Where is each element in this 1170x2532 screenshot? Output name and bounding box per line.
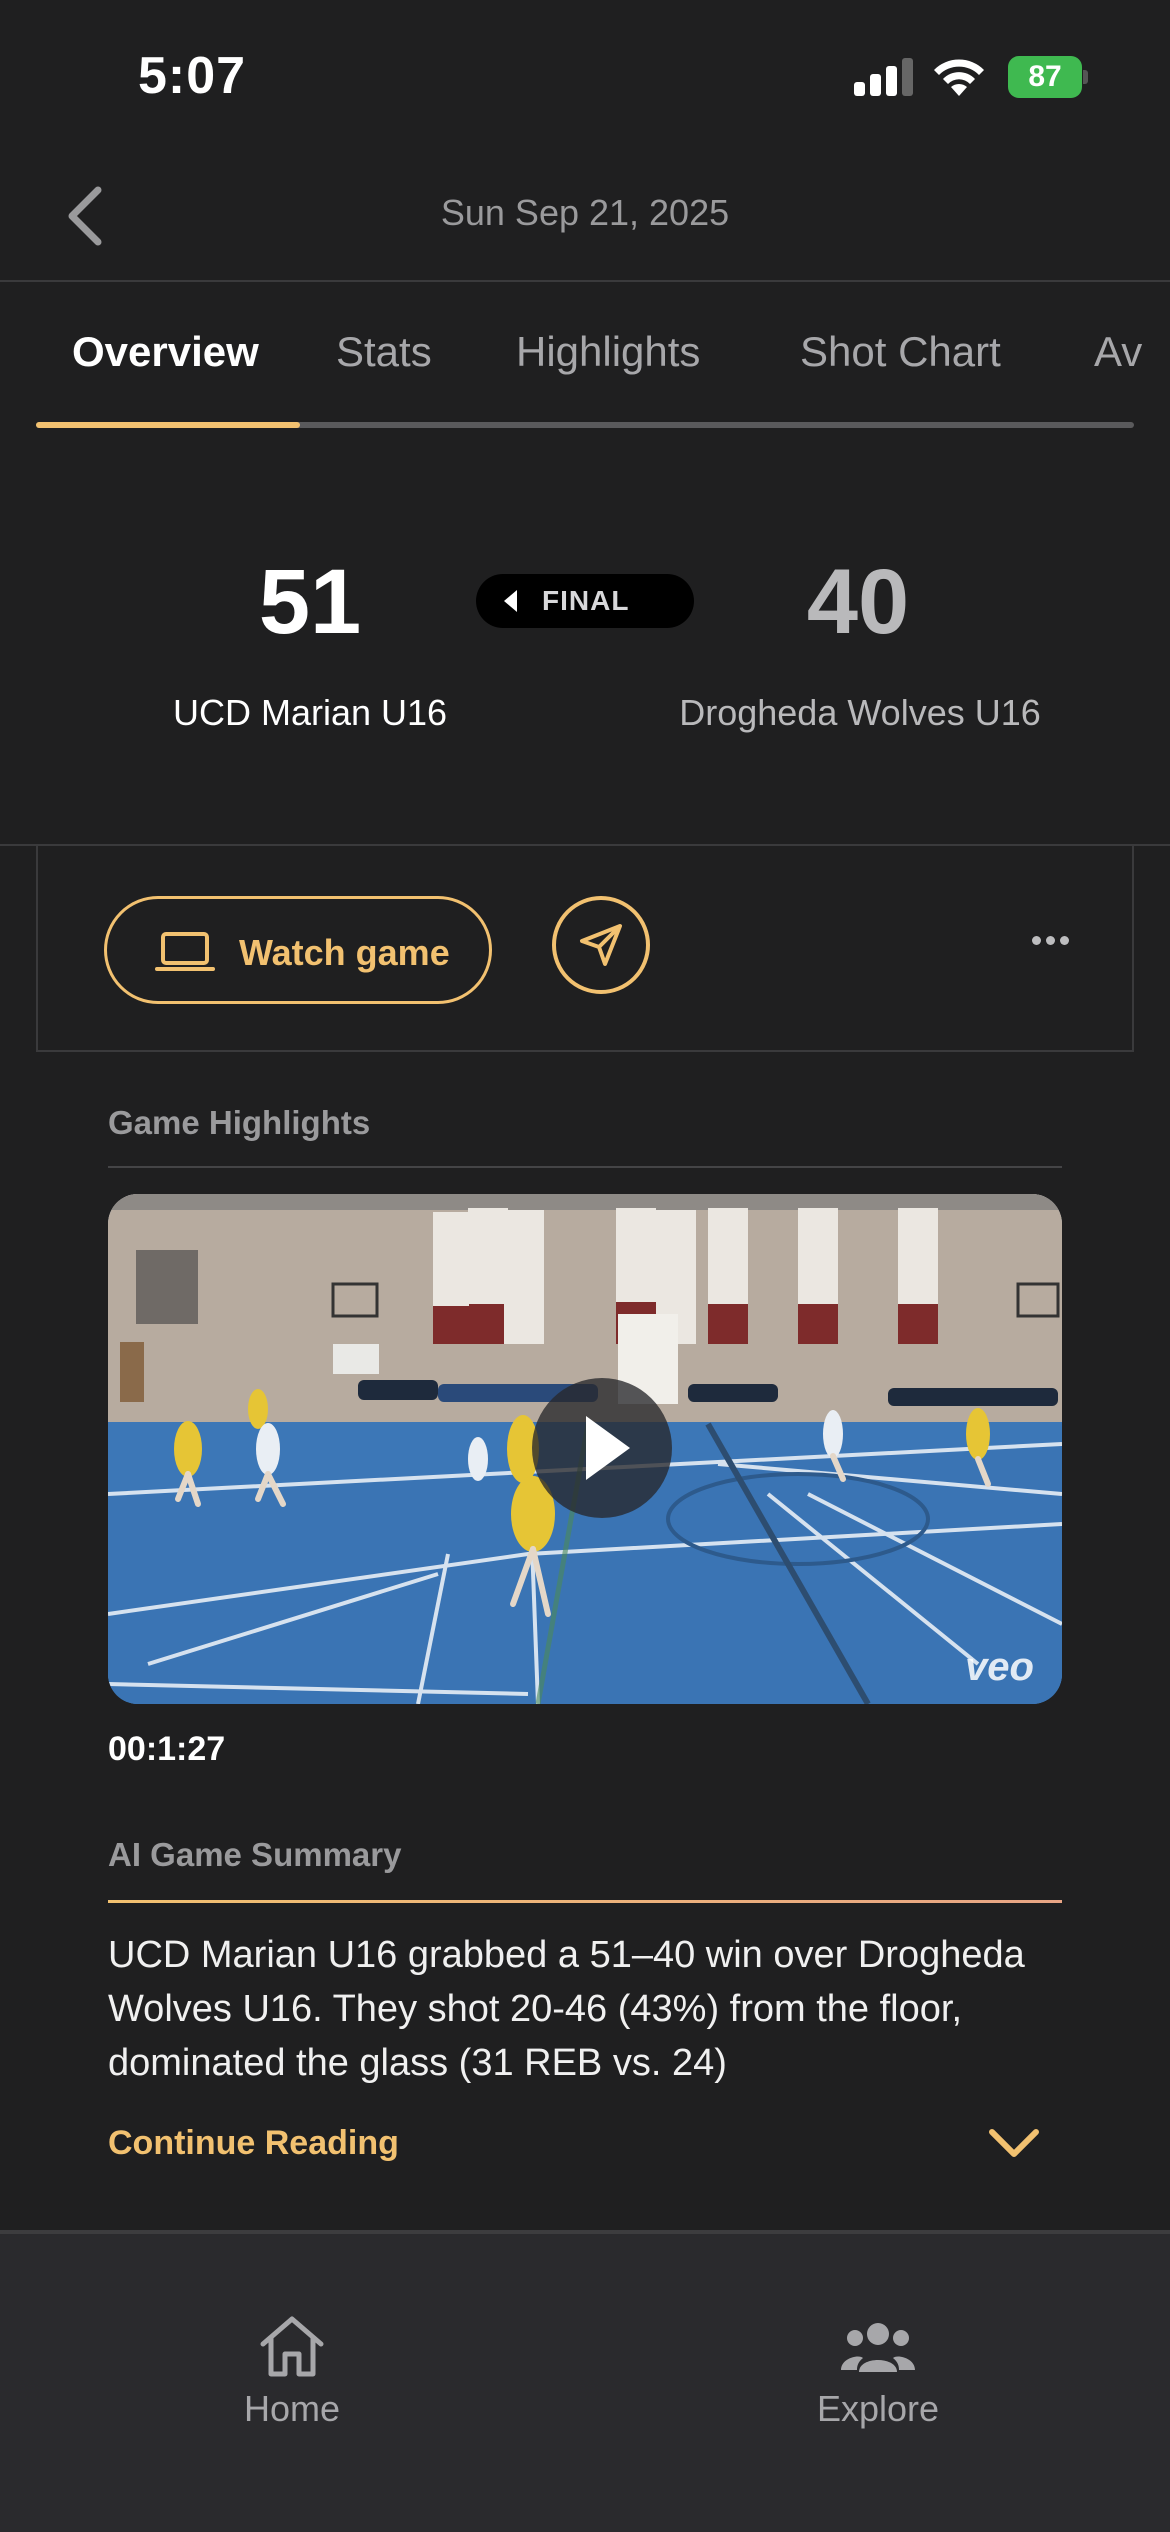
away-team-name[interactable]: Drogheda Wolves U16 [650,692,1070,734]
actions-row: Watch game [36,846,1134,1052]
tab-highlights[interactable]: Highlights [516,328,700,376]
veo-watermark: veo [965,1645,1034,1689]
tab-stats[interactable]: Stats [336,328,432,376]
cellular-signal-icon [854,58,914,96]
navigation-bar: Sun Sep 21, 2025 [0,150,1170,282]
tab-bar: Overview Stats Highlights Shot Chart Av [0,284,1170,430]
battery-icon: 87 [1008,56,1088,98]
summary-divider [108,1900,1062,1903]
highlights-divider [108,1166,1062,1168]
game-date: Sun Sep 21, 2025 [440,192,730,233]
bottom-tab-home[interactable]: Home [182,2314,402,2430]
scoreboard: 51 FINAL 40 UCD Marian U16 Drogheda Wolv… [0,430,1170,846]
continue-reading-link[interactable]: Continue Reading [108,2124,399,2163]
away-score: 40 [806,551,910,653]
summary-title: AI Game Summary [108,1836,402,1873]
wifi-icon [934,59,984,96]
game-status-label: FINAL [542,585,630,616]
bottom-tab-explore[interactable]: Explore [768,2314,988,2430]
bottom-tab-explore-label: Explore [816,2388,940,2429]
video-duration: 00:1:27 [108,1730,226,1768]
game-status-badge[interactable]: FINAL [476,574,694,628]
play-icon[interactable] [532,1378,672,1518]
highlights-title: Game Highlights [108,1104,371,1141]
caret-left-icon [504,590,517,612]
chevron-down-icon[interactable] [988,2126,1040,2160]
home-icon [260,2316,324,2377]
tab-indicator [36,422,300,428]
battery-level: 87 [1008,56,1082,98]
home-team-name[interactable]: UCD Marian U16 [100,692,520,734]
tab-overview[interactable]: Overview [72,328,259,376]
send-icon [580,924,622,966]
watch-game-label: Watch game [239,932,450,973]
home-score: 51 [258,551,362,653]
tab-awards[interactable]: Av [1094,328,1142,376]
highlight-video-thumbnail[interactable]: veo [108,1194,1062,1704]
bottom-tab-home-label: Home [243,2388,341,2429]
more-horizontal-icon[interactable] [1032,926,1076,956]
summary-text: UCD Marian U16 grabbed a 51–40 win over … [108,1934,1025,2084]
laptop-icon [155,932,215,971]
share-button[interactable] [552,896,650,994]
watch-game-button[interactable]: Watch game [104,896,492,1004]
status-time: 5:07 [138,47,247,105]
bottom-tab-bar: Home Explore [0,2230,1170,2532]
people-icon [841,2323,915,2372]
status-bar: 5:07 87 [0,0,1170,150]
tab-shot-chart[interactable]: Shot Chart [800,328,1001,376]
